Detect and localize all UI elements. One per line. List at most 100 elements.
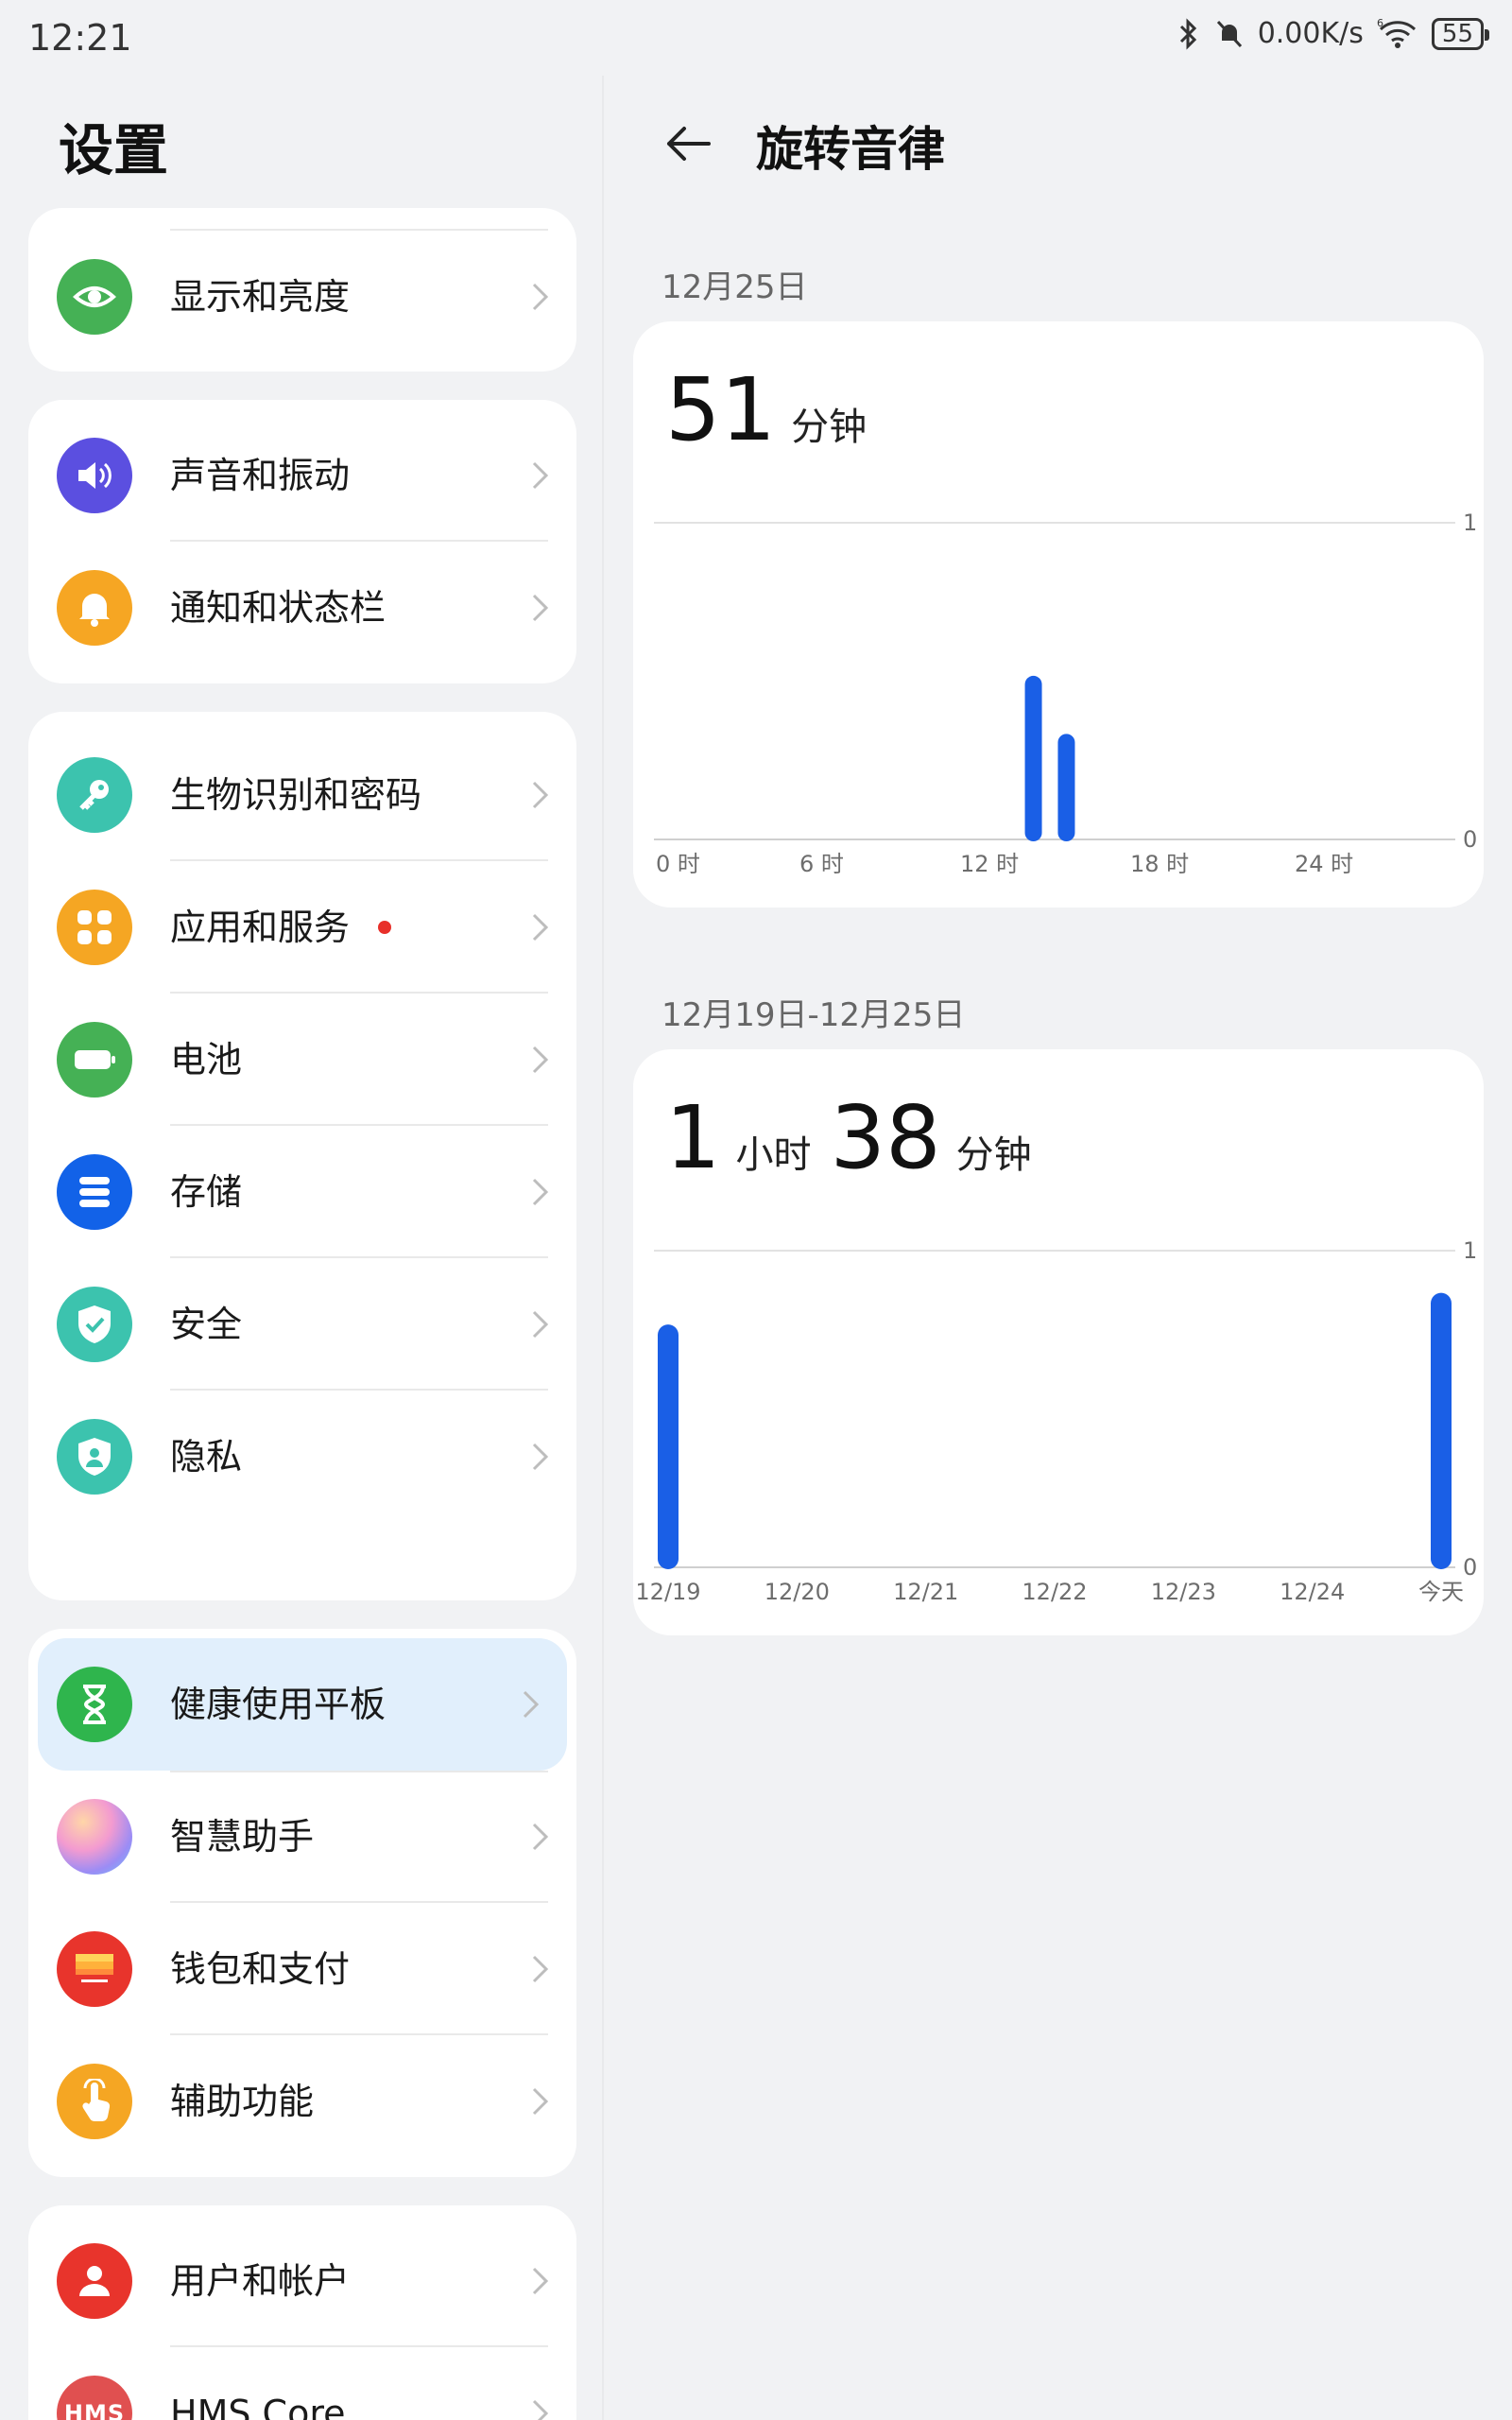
settings-item-label: 隐私 (170, 1436, 243, 1478)
settings-item-accessibility[interactable]: 辅助功能 (28, 2035, 576, 2168)
weekly-date-label: 12月19日-12月25日 (662, 996, 966, 1034)
settings-item-users[interactable]: 用户和帐户 (28, 2215, 576, 2347)
settings-item-assistant[interactable]: 智慧助手 (28, 1771, 576, 1903)
wallet-icon (57, 1931, 132, 2007)
shield-check-icon (57, 1287, 132, 1362)
x-tick-label: 6 时 (799, 851, 844, 877)
chevron-right-icon (532, 1046, 549, 1074)
settings-item-privacy[interactable]: 隐私 (28, 1391, 576, 1523)
settings-item-security[interactable]: 安全 (28, 1258, 576, 1391)
settings-item-display[interactable]: 显示和亮度 (28, 231, 576, 363)
settings-item-label: 通知和状态栏 (170, 587, 387, 629)
bluetooth-icon (1179, 17, 1196, 50)
settings-item-digital-balance[interactable]: 健康使用平板 (38, 1638, 567, 1771)
x-tick-label: 12/23 (1151, 1579, 1216, 1605)
settings-item-label: 生物识别和密码 (170, 774, 422, 816)
storage-icon (57, 1154, 132, 1230)
panel-divider (602, 76, 604, 2420)
settings-title: 设置 (59, 118, 169, 182)
chevron-right-icon (532, 2399, 549, 2420)
settings-item-label: 用户和帐户 (170, 2260, 351, 2302)
hourglass-icon (57, 1667, 132, 1742)
x-tick-label: 18 时 (1130, 851, 1189, 877)
settings-item-battery[interactable]: 电池 (28, 994, 576, 1126)
chevron-right-icon (532, 1823, 549, 1851)
chevron-right-icon (532, 461, 549, 490)
settings-group-display: 显示和亮度 (28, 208, 576, 372)
settings-item-sound[interactable]: 声音和振动 (28, 409, 576, 542)
daily-usage-chart: 1 小时 0 0 时 6 时 12 时 18 时 24 时 (654, 510, 1484, 877)
settings-item-label: 钱包和支付 (170, 1948, 351, 1990)
settings-item-label: 应用和服务 (170, 907, 351, 948)
x-tick-label: 12/24 (1280, 1579, 1345, 1605)
wifi-generation-badge: 6 (1377, 18, 1383, 29)
back-arrow-icon[interactable] (662, 117, 714, 170)
chevron-right-icon (532, 2087, 549, 2116)
settings-item-label: 显示和亮度 (170, 276, 351, 318)
page-title: 旋转音律 (756, 122, 945, 177)
hms-icon: HMS (57, 2376, 132, 2420)
chevron-right-icon (532, 1955, 549, 1983)
chart-bar (1431, 1292, 1452, 1569)
chart-bar (658, 1324, 679, 1569)
battery-indicator: 55 (1431, 17, 1490, 50)
chevron-right-icon (532, 781, 549, 809)
status-icons: 0.00K/s 6 55 (1177, 17, 1490, 50)
chart-bar (1057, 734, 1075, 841)
assistant-orb-icon (57, 1799, 132, 1875)
speaker-icon (57, 438, 132, 513)
x-tick-label: 12 时 (960, 851, 1019, 877)
weekly-usage-card: 1 小时 38 分钟 1 小时012/1912/2012/2112/2212/2… (633, 1049, 1484, 1635)
battery-level: 55 (1441, 19, 1473, 48)
daily-usage-card: 51 分钟 1 小时00 时6 时12 时18 时24 时 (633, 321, 1484, 908)
x-tick-label: 12/19 (635, 1579, 700, 1605)
user-icon (57, 2243, 132, 2319)
x-tick-label: 12/20 (765, 1579, 830, 1605)
network-speed: 0.00K/s (1257, 17, 1364, 50)
chevron-right-icon (532, 913, 549, 942)
hand-tap-icon (57, 2064, 132, 2139)
settings-item-label: 健康使用平板 (170, 1684, 387, 1725)
chevron-right-icon (532, 2267, 549, 2295)
x-tick-label: 24 时 (1295, 851, 1353, 877)
settings-group-services: 健康使用平板 智慧助手 钱包和支付 辅助功能 (28, 1629, 576, 2177)
eye-icon (57, 259, 132, 335)
weekly-usage-chart: 1 小时 0 12/19 12/20 12/21 12/22 12/23 12/24 今天 (635, 1237, 1484, 1605)
chevron-right-icon (532, 1310, 549, 1339)
x-tick-label: 今天 (1418, 1579, 1464, 1605)
settings-item-label: 电池 (170, 1039, 243, 1080)
x-tick-label: 12/22 (1022, 1579, 1087, 1605)
status-time: 12:21 (28, 17, 132, 59)
settings-item-biometrics[interactable]: 生物识别和密码 (28, 729, 576, 861)
settings-item-storage[interactable]: 存储 (28, 1126, 576, 1258)
detail-panel: 旋转音律 12月25日 51 分钟 1 小时00 时6 时12 时18 时24 … (605, 76, 1512, 2420)
status-bar: 12:21 0.00K/s 6 55 (0, 0, 1512, 76)
chevron-right-icon (532, 1443, 549, 1471)
chevron-right-icon (532, 283, 549, 311)
chevron-right-icon (523, 1690, 540, 1719)
y-tick-label: 1 小时 (1463, 510, 1484, 536)
settings-group-sound: 声音和振动 通知和状态栏 (28, 400, 576, 683)
settings-item-label: 声音和振动 (170, 455, 351, 496)
settings-item-label: HMS Core (170, 2393, 346, 2420)
settings-item-wallet[interactable]: 钱包和支付 (28, 1903, 576, 2035)
notification-red-dot (378, 920, 392, 934)
y-tick-label: 1 小时 (1463, 1237, 1484, 1264)
chart-bar (1024, 675, 1042, 841)
settings-panel: 设置 显示和亮度 声音和振动 通知和状态栏 生物识别和密码 应用和服务 电池 存… (0, 76, 602, 2420)
settings-item-apps[interactable]: 应用和服务 (28, 861, 576, 994)
y-tick-label: 0 (1463, 1554, 1477, 1581)
settings-item-label: 安全 (170, 1304, 243, 1345)
battery-icon (57, 1022, 132, 1098)
settings-item-label-wrap: 应用和服务 (170, 861, 392, 994)
settings-group-system: 生物识别和密码 应用和服务 电池 存储 安全 隐私 (28, 712, 576, 1600)
settings-item-hms-core[interactable]: HMS HMS Core (28, 2347, 576, 2420)
bell-icon (57, 570, 132, 646)
wifi-icon: 6 (1377, 18, 1416, 48)
settings-item-notifications[interactable]: 通知和状态栏 (28, 542, 576, 674)
settings-item-label: 智慧助手 (170, 1816, 315, 1858)
daily-date-label: 12月25日 (662, 268, 808, 306)
chevron-right-icon (532, 1178, 549, 1206)
settings-item-label: 存储 (170, 1171, 243, 1213)
x-tick-label: 0 时 (656, 851, 700, 877)
